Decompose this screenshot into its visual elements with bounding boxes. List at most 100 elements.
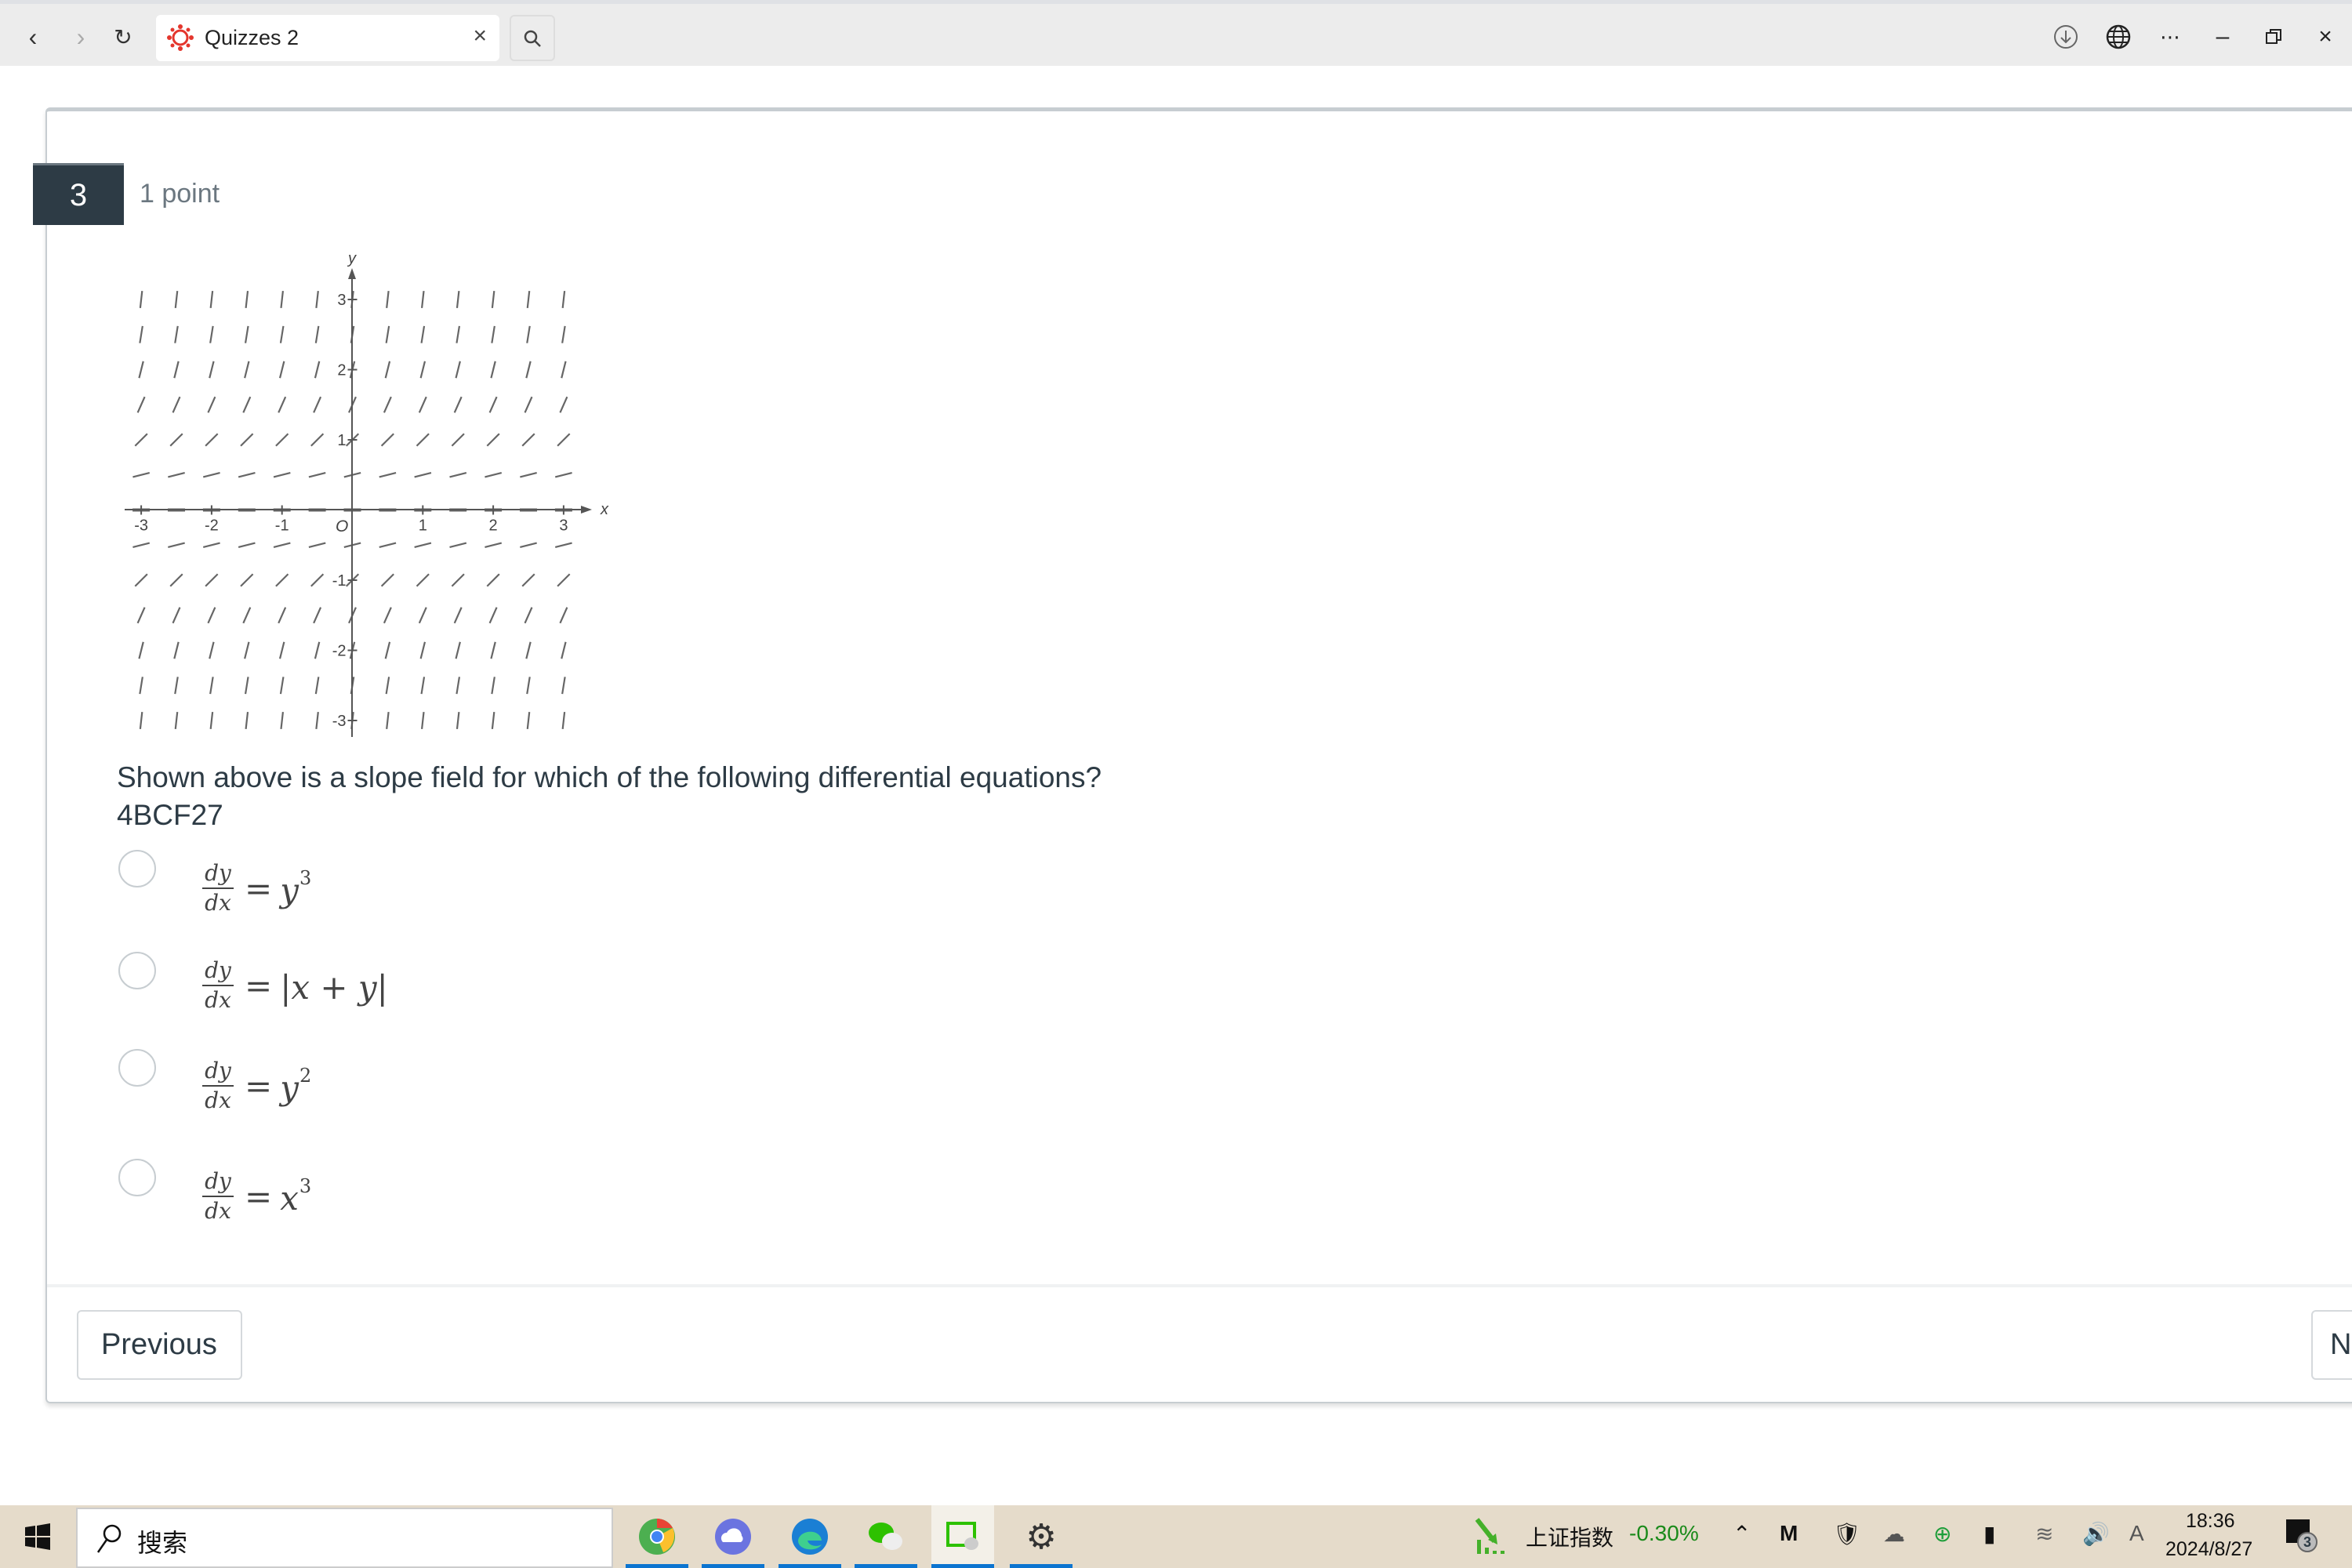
equals-sign: = [245,1177,273,1216]
slope-segment [451,573,465,587]
slope-segment [379,542,397,548]
rhs-base: |x + y| [280,968,388,1007]
windows-icon [25,1523,50,1550]
wifi-icon[interactable]: ≋ [2035,1521,2053,1547]
slope-segment [278,361,285,379]
stock-change[interactable]: -0.30% [1629,1521,1699,1546]
derivative-fraction: dy dx [202,1169,234,1224]
close-tab-icon[interactable]: × [473,23,487,49]
taskbar-search-box[interactable]: 搜索 [76,1508,613,1568]
clock-date[interactable]: 2024/8/27 [2165,1538,2252,1561]
edge-icon[interactable] [779,1505,841,1568]
y-tick-label: -1 [332,572,347,590]
answer-radio-1[interactable] [118,850,156,887]
cloud-sync-icon[interactable]: ☁ [1883,1521,1905,1547]
derivative-fraction: dy dx [202,1058,234,1113]
browser-tab[interactable]: Quizzes 2 × [156,15,499,61]
slope-segment [385,677,390,695]
slope-segment [168,472,185,478]
y-tick-label: -3 [332,713,347,730]
search-button[interactable] [510,15,555,61]
notification-center-icon[interactable]: 3 [2286,1519,2318,1554]
forward-icon[interactable]: › [65,21,96,53]
slope-segment [238,542,256,548]
slope-segment [136,396,146,413]
y-tick-label: 2 [337,362,346,379]
reload-icon[interactable]: ↻ [107,21,139,53]
battery-icon[interactable]: ▮ [1984,1521,1995,1547]
chrome-icon[interactable] [626,1505,688,1568]
slope-segment [451,433,465,447]
answer-radio-4[interactable] [118,1159,156,1196]
answer-equation-2[interactable]: dy dx = |x + y| [202,958,389,1013]
slope-segment [385,325,390,343]
download-icon[interactable] [2049,20,2083,54]
x-tick-label: -1 [275,517,289,535]
stock-name[interactable]: 上证指数 [1526,1521,1613,1552]
answer-radio-3[interactable] [118,1049,156,1087]
slope-segment [139,677,143,695]
slope-segment [242,607,252,624]
slope-segment [383,607,392,624]
slope-segment [414,542,432,548]
green-plus-icon[interactable]: ⊕ [1933,1521,1951,1547]
wechat-icon[interactable] [855,1505,917,1568]
volume-icon[interactable]: 🔊 [2082,1521,2110,1547]
question-prompt: Shown above is a slope field for which o… [117,761,1102,793]
clock-time[interactable]: 18:36 [2186,1510,2235,1533]
windows-start-button[interactable] [6,1505,69,1568]
x-tick-label: 3 [559,517,568,535]
slope-segment [453,396,463,413]
window-close-icon[interactable]: × [2308,20,2343,54]
security-shield-icon[interactable]: 🛡 [1833,1521,1861,1547]
answer-equation-1[interactable]: dy dx = y3 [202,861,311,916]
restore-icon[interactable] [2256,20,2291,54]
slope-segment [419,641,426,659]
slope-segment [273,542,291,548]
cloud-app-icon[interactable] [702,1505,764,1568]
wechat-window-icon[interactable] [931,1505,994,1568]
slope-segment [314,361,321,379]
slope-segment [490,641,496,659]
slope-segment [313,607,322,624]
slope-segment [561,641,567,659]
slope-segment [414,472,432,478]
settings-icon[interactable]: ⚙ [1010,1505,1073,1568]
slope-segment [418,396,427,413]
slope-segment [491,711,495,730]
slope-segment [488,607,498,624]
slope-segment [384,361,391,379]
answer-radio-2[interactable] [118,952,156,989]
slope-segment [561,677,566,695]
rhs-base: y [280,1069,299,1107]
slope-segment [169,573,183,587]
m-app-icon[interactable]: M [1780,1521,1798,1546]
slope-segment [557,433,571,447]
more-icon[interactable]: ⋯ [2153,20,2187,54]
previous-button[interactable]: Previous [77,1310,242,1380]
answer-equation-3[interactable]: dy dx = y2 [202,1058,311,1113]
y-axis-arrow [348,268,356,279]
globe-icon[interactable] [2101,20,2136,54]
minimize-icon[interactable]: – [2205,20,2240,54]
slope-segment [520,542,537,548]
slope-segment [278,396,287,413]
slope-segment [244,641,250,659]
slope-segment [240,433,254,447]
next-button[interactable]: Next [2311,1310,2352,1380]
x-tick-label: 1 [419,517,427,535]
ime-indicator[interactable]: A [2129,1521,2144,1546]
origin-label: O [336,517,348,535]
slope-segment [138,641,144,659]
answer-equation-4[interactable]: dy dx = x3 [202,1169,311,1224]
y-axis-label: y [347,250,357,267]
y-tick-label: 3 [337,292,346,309]
back-icon[interactable]: ‹ [17,21,49,53]
show-hidden-icons-icon[interactable]: ⌃ [1733,1521,1751,1547]
slope-segment [314,325,320,343]
slope-segment [420,290,425,309]
slope-segment [139,290,143,309]
tab-title: Quizzes 2 [205,26,299,49]
fraction-numerator: dy [205,1058,231,1083]
slope-segment [245,711,249,730]
